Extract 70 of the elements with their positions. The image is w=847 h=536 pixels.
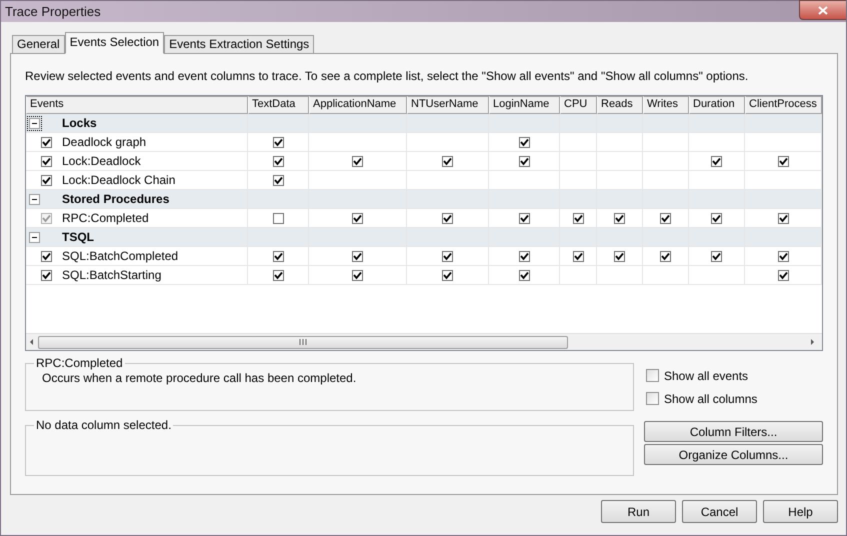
event-label: SQL:BatchCompleted [62,249,178,263]
dialog-button[interactable]: Cancel [682,500,757,523]
column-checkbox[interactable] [352,250,363,262]
category-label: Stored Procedures [62,192,170,206]
dialog-button[interactable]: Help [763,500,838,523]
column-checkbox[interactable] [272,156,284,166]
group-title: No data column selected. [34,418,174,432]
event-checkbox[interactable] [41,250,52,262]
option-label[interactable]: Show all events [664,368,748,382]
column-checkbox[interactable] [518,250,530,262]
group-title: RPC:Completed [34,356,125,370]
instructions-text: Review selected events and event columns to trace. To see a complete list, select the "Show all events" and "Show all columns" options. [25,69,750,83]
column-header[interactable]: Events [26,96,248,114]
collapse-icon[interactable] [29,194,40,204]
column-checkbox[interactable] [272,174,284,186]
column-header[interactable]: CPU [560,96,597,114]
event-label: SQL:BatchStarting [62,268,162,282]
tab[interactable]: Events Extraction Settings [164,35,314,53]
option-checkbox[interactable] [646,392,659,405]
column-header[interactable]: LoginName [489,96,560,114]
column-checkbox[interactable] [442,156,453,166]
collapse-icon[interactable] [29,232,40,242]
scrollbar-thumb[interactable] [38,336,568,348]
column-checkbox[interactable] [711,250,722,262]
column-checkbox[interactable] [442,270,453,280]
tab[interactable]: General [12,35,65,53]
tab[interactable]: Events Selection [64,32,164,54]
event-label: Lock:Deadlock Chain [62,173,176,187]
option-checkbox[interactable] [646,369,659,382]
close-icon [818,6,828,14]
dialog-button[interactable]: Run [601,500,676,523]
column-checkbox[interactable] [778,156,788,166]
column-checkbox[interactable] [518,136,530,148]
column-checkbox[interactable] [660,250,671,262]
event-label: Lock:Deadlock [62,154,141,168]
column-checkbox[interactable] [518,156,530,166]
column-checkbox[interactable] [778,250,788,262]
column-header[interactable]: NTUserName [407,96,489,114]
column-checkbox[interactable] [352,270,363,280]
side-button[interactable]: Column Filters... [644,421,823,442]
side-button[interactable]: Organize Columns... [644,444,823,465]
column-header[interactable]: ClientProcess [745,96,822,114]
column-header[interactable]: Duration [689,96,745,114]
event-description-text: Occurs when a remote procedure call has been completed. [42,371,356,385]
category-label: TSQL [62,230,94,244]
column-header[interactable]: Writes [643,96,689,114]
column-checkbox[interactable] [272,136,284,148]
column-checkbox[interactable] [778,270,788,280]
event-checkbox[interactable] [41,270,52,280]
column-checkbox[interactable] [352,156,363,166]
event-checkbox[interactable] [41,156,52,166]
column-checkbox[interactable] [272,250,284,262]
column-checkbox[interactable] [518,270,530,280]
column-checkbox[interactable] [272,270,284,280]
column-checkbox[interactable] [614,250,625,262]
column-checkbox[interactable] [442,250,453,262]
column-checkbox[interactable] [572,250,584,262]
event-checkbox[interactable] [41,136,52,148]
column-header[interactable]: TextData [248,96,309,114]
event-label: RPC:Completed [62,211,149,225]
option-label[interactable]: Show all columns [664,392,758,406]
column-header[interactable]: ApplicationName [309,96,407,114]
column-header[interactable]: Reads [597,96,643,114]
event-checkbox[interactable] [41,174,52,186]
close-button[interactable] [799,0,846,20]
horizontal-scrollbar[interactable] [26,333,822,350]
event-label: Deadlock graph [62,135,146,149]
category-label: Locks [62,116,97,130]
window-title: Trace Properties [5,4,101,19]
column-checkbox[interactable] [711,156,722,166]
